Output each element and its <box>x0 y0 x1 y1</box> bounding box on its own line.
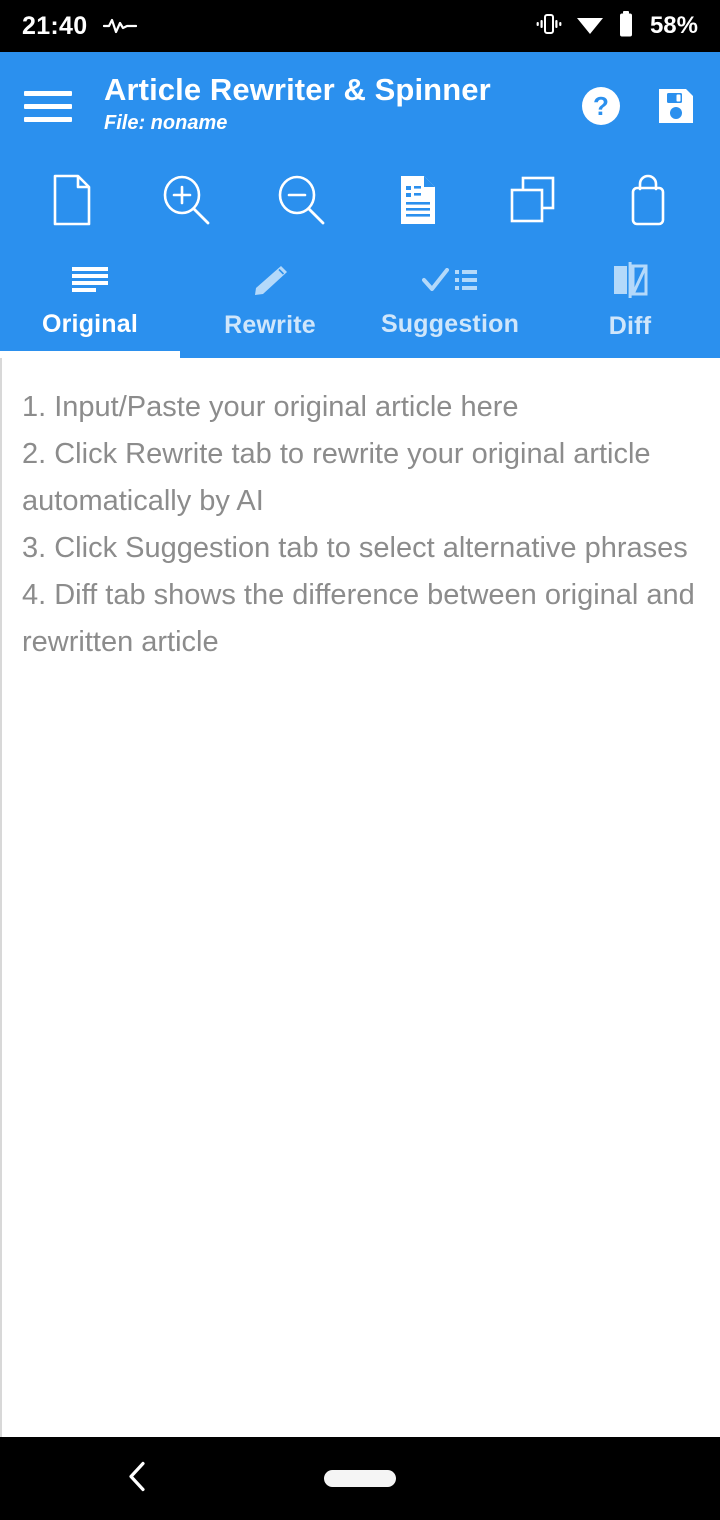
tab-rewrite[interactable]: Rewrite <box>180 240 360 358</box>
copy-icon <box>510 176 555 223</box>
home-pill-icon[interactable] <box>324 1470 396 1487</box>
wifi-icon <box>576 13 604 40</box>
article-button[interactable] <box>380 169 456 231</box>
tab-diff[interactable]: Diff <box>540 240 720 358</box>
hamburger-menu-icon[interactable] <box>24 90 72 122</box>
vibrate-icon <box>536 12 562 41</box>
original-text-editor[interactable]: 1. Input/Paste your original article her… <box>0 358 720 1437</box>
status-time: 21:40 <box>22 11 88 40</box>
battery-icon <box>618 10 634 42</box>
new-document-icon <box>53 174 90 226</box>
zoom-out-icon <box>279 175 325 225</box>
article-document-icon <box>400 176 435 224</box>
tab-original[interactable]: Original <box>0 240 180 358</box>
page-title: Article Rewriter & Spinner <box>104 72 491 108</box>
tab-label: Rewrite <box>224 310 316 339</box>
tab-label: Original <box>41 309 139 338</box>
tab-active-indicator <box>0 351 180 358</box>
text-lines-icon <box>69 264 111 301</box>
placeholder-line: 2. Click Rewrite tab to rewrite your ori… <box>22 437 651 517</box>
battery-percent: 58% <box>649 12 698 39</box>
app-bar-titles: Article Rewriter & Spinner File: noname <box>104 72 578 138</box>
back-chevron-icon <box>129 1461 145 1491</box>
store-button[interactable] <box>610 169 686 231</box>
placeholder-line: 3. Click Suggestion tab to select altern… <box>22 531 688 564</box>
tab-label: Diff <box>608 311 652 340</box>
file-name-label: File: noname <box>104 111 228 134</box>
placeholder-line: 1. Input/Paste your original article her… <box>22 391 519 423</box>
compare-panels-icon <box>608 261 652 303</box>
status-icons: 58% <box>536 10 698 42</box>
help-circle-icon: ? <box>582 87 620 125</box>
svg-text:?: ? <box>593 91 609 121</box>
shopping-bag-icon <box>631 174 665 226</box>
app-screen: 21:40 58% Article Rewriter & Spinner Fil… <box>0 0 720 1520</box>
back-button[interactable] <box>125 1459 151 1498</box>
tab-label: Suggestion <box>380 309 520 338</box>
check-list-icon <box>421 264 479 301</box>
zoom-in-icon <box>163 175 210 225</box>
tab-bar: Original Rewrite Suggestion Diff <box>0 240 720 358</box>
copy-button[interactable] <box>495 169 571 231</box>
app-bar: Article Rewriter & Spinner File: noname … <box>0 52 720 160</box>
save-button[interactable] <box>654 84 698 128</box>
zoom-out-button[interactable] <box>264 169 340 231</box>
app-bar-actions: ? <box>578 83 698 129</box>
new-document-button[interactable] <box>34 169 110 231</box>
placeholder-line: 4. Diff tab shows the difference between… <box>22 578 695 658</box>
tab-suggestion[interactable]: Suggestion <box>360 240 540 358</box>
pencil-edit-icon <box>249 263 291 302</box>
system-nav-bar <box>0 1437 720 1520</box>
zoom-in-button[interactable] <box>149 169 225 231</box>
content-area: 1. Input/Paste your original article her… <box>0 358 720 1437</box>
status-bar: 21:40 58% <box>0 0 720 52</box>
save-floppy-icon <box>659 89 693 123</box>
toolbar <box>0 160 720 240</box>
editor-placeholder: 1. Input/Paste your original article her… <box>22 384 700 666</box>
activity-pulse-icon <box>103 16 138 36</box>
help-button[interactable]: ? <box>578 83 624 129</box>
